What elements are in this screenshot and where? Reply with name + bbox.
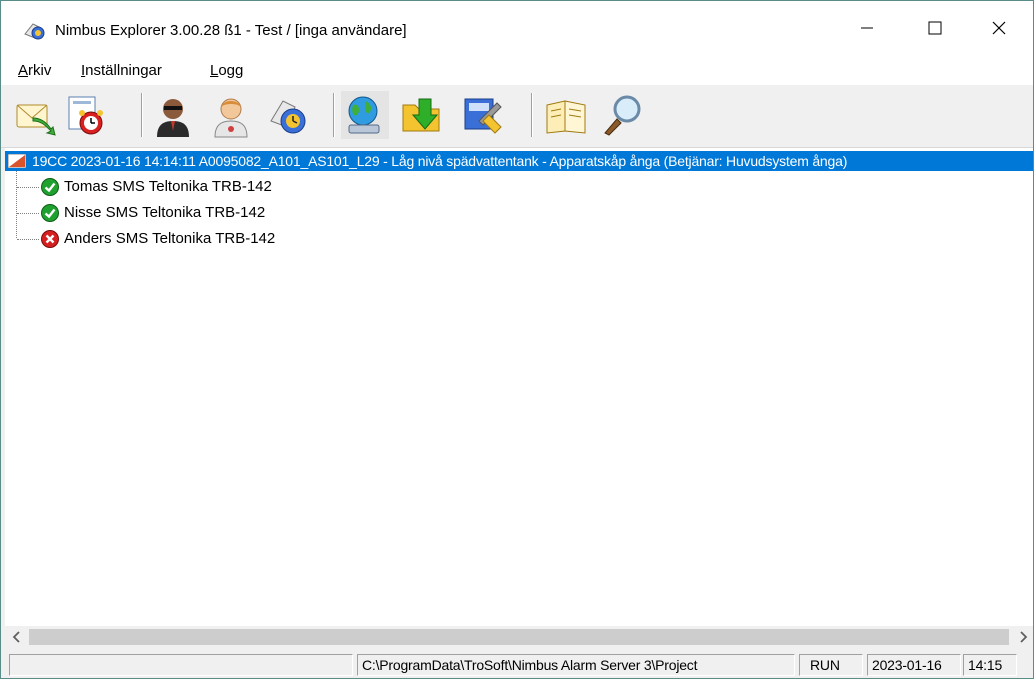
toolbar-book-button[interactable] bbox=[543, 91, 591, 139]
scroll-right-button[interactable] bbox=[1015, 626, 1033, 648]
tree-connector bbox=[17, 239, 39, 240]
window-title: Nimbus Explorer 3.00.28 ß1 - Test / [ing… bbox=[55, 22, 407, 39]
alarm-tree[interactable]: 19CC 2023-01-16 14:14:11 A0095082_A101_A… bbox=[5, 148, 1033, 626]
scroll-left-button[interactable] bbox=[5, 626, 27, 648]
menu-installningar[interactable]: Inställningar bbox=[81, 62, 162, 79]
check-green-icon bbox=[41, 204, 59, 222]
toolbar-user-button[interactable] bbox=[207, 91, 255, 139]
agent-icon bbox=[157, 99, 189, 137]
title-bar[interactable]: Nimbus Explorer 3.00.28 ß1 - Test / [ing… bbox=[1, 1, 1033, 55]
scroll-thumb[interactable] bbox=[29, 629, 1009, 645]
alarm-flag-icon bbox=[8, 154, 26, 168]
tree-connector bbox=[17, 187, 39, 188]
magnifier-icon bbox=[604, 95, 641, 136]
alarm-clock-icon bbox=[68, 96, 103, 135]
close-button[interactable] bbox=[969, 1, 1029, 55]
toolbar-mail-button[interactable] bbox=[11, 91, 59, 139]
toolbar-folder-download-button[interactable] bbox=[399, 91, 447, 139]
menu-logg[interactable]: Logg bbox=[210, 62, 243, 79]
toolbar-alarm-clock-button[interactable] bbox=[61, 91, 109, 139]
status-project-path: C:\ProgramData\TroSoft\Nimbus Alarm Serv… bbox=[357, 654, 795, 676]
status-run-state: RUN bbox=[799, 654, 863, 676]
horizontal-scrollbar[interactable] bbox=[5, 626, 1033, 648]
toolbar-search-button[interactable] bbox=[599, 91, 647, 139]
toolbar-agent-button[interactable] bbox=[149, 91, 197, 139]
cross-red-icon bbox=[41, 230, 59, 248]
toolbar-network-button[interactable] bbox=[341, 91, 389, 139]
clock-badge-icon bbox=[270, 100, 306, 134]
mail-icon bbox=[16, 104, 56, 136]
app-window: Nimbus Explorer 3.00.28 ß1 - Test / [ing… bbox=[0, 0, 1034, 679]
maximize-button[interactable] bbox=[905, 1, 965, 55]
minimize-icon bbox=[861, 27, 873, 29]
toolbar-separator bbox=[531, 93, 533, 137]
status-date: 2023-01-16 bbox=[867, 654, 961, 676]
toolbar-separator bbox=[141, 93, 143, 137]
alarm-text: 19CC 2023-01-16 14:14:11 A0095082_A101_A… bbox=[32, 153, 848, 169]
settings-tools-icon bbox=[464, 98, 502, 134]
status-panel-empty bbox=[9, 654, 353, 676]
recipient-label: Nisse SMS Teltonika TRB-142 bbox=[64, 204, 266, 221]
menu-bar: Arkiv Inställningar Logg bbox=[1, 55, 1033, 85]
status-bar: C:\ProgramData\TroSoft\Nimbus Alarm Serv… bbox=[1, 648, 1033, 678]
recipient-label: Anders SMS Teltonika TRB-142 bbox=[64, 230, 276, 247]
toolbar-clock-badge-button[interactable] bbox=[265, 91, 313, 139]
tree-alarm-row[interactable]: 19CC 2023-01-16 14:14:11 A0095082_A101_A… bbox=[5, 151, 1033, 171]
status-time: 14:15 bbox=[963, 654, 1017, 676]
chevron-left-icon bbox=[12, 631, 20, 643]
toolbar-separator bbox=[333, 93, 335, 137]
tree-connector bbox=[17, 213, 39, 214]
toolbar bbox=[1, 85, 1033, 148]
check-green-icon bbox=[41, 178, 59, 196]
user-icon bbox=[214, 98, 248, 138]
minimize-button[interactable] bbox=[837, 1, 897, 55]
tree-connector bbox=[16, 171, 17, 238]
menu-arkiv[interactable]: Arkiv bbox=[18, 62, 51, 79]
close-icon bbox=[992, 21, 1006, 35]
chevron-right-icon bbox=[1020, 631, 1028, 643]
globe-network-icon bbox=[348, 96, 380, 134]
toolbar-settings-button[interactable] bbox=[457, 91, 505, 139]
app-icon bbox=[24, 23, 45, 40]
folder-download-icon bbox=[402, 98, 440, 132]
maximize-icon bbox=[928, 21, 942, 35]
book-icon bbox=[546, 100, 586, 134]
recipient-label: Tomas SMS Teltonika TRB-142 bbox=[64, 178, 272, 195]
